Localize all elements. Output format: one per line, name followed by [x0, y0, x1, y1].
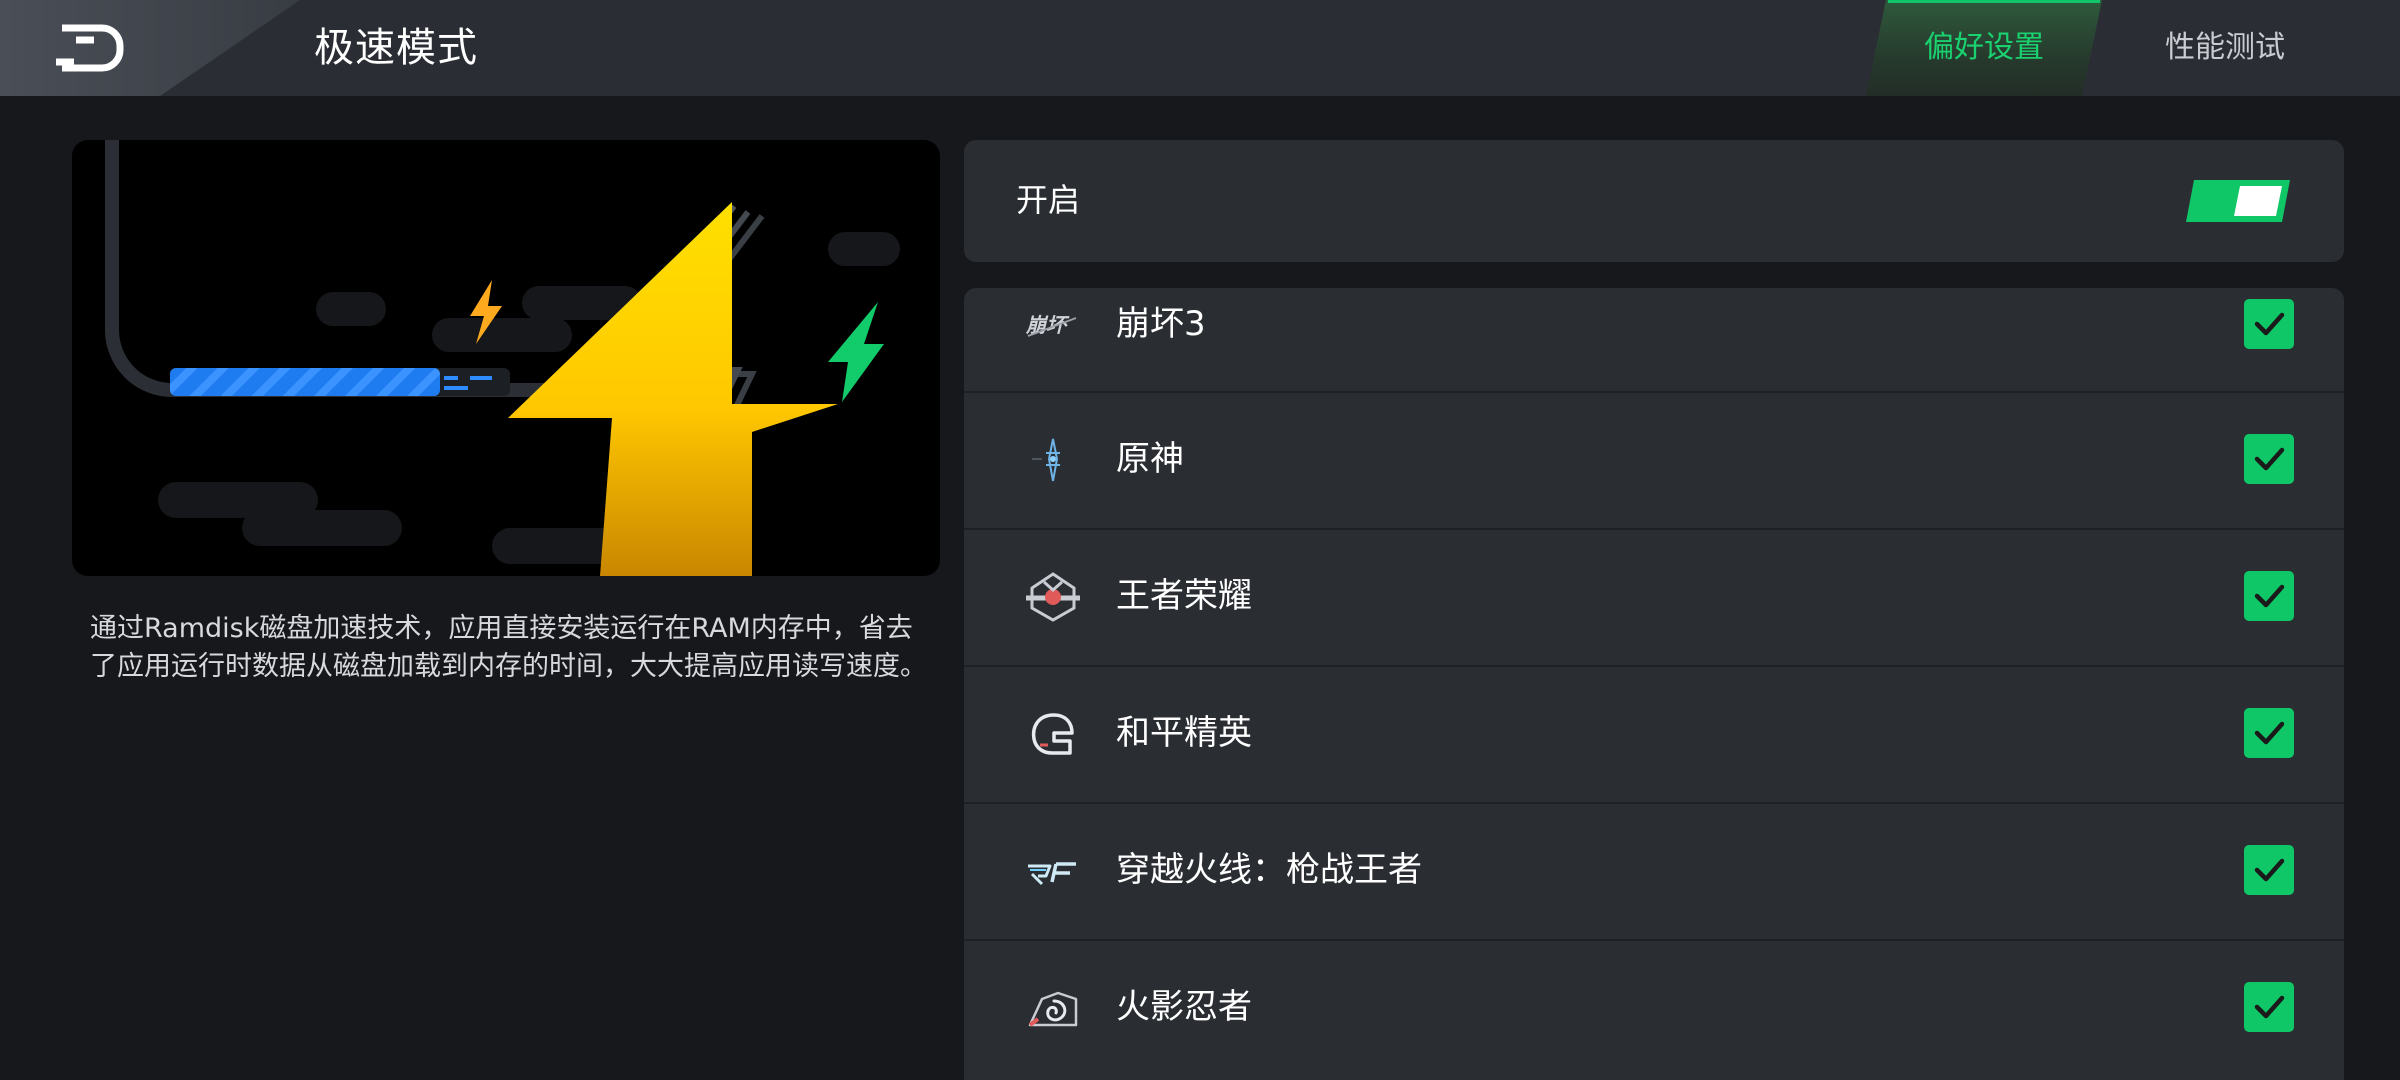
svg-text:崩坏: 崩坏 — [1025, 313, 1070, 337]
app-list: 崩坏 崩坏3 原神 王者荣耀 和平精英 穿越火线：枪战王者 火影忍者 — [964, 288, 2344, 1080]
app-checkbox[interactable] — [2244, 982, 2294, 1032]
back-icon — [56, 24, 124, 72]
app-name: 和平精英 — [1116, 713, 1252, 753]
app-checkbox[interactable] — [2244, 299, 2294, 349]
list-item[interactable]: 和平精英 — [964, 667, 2344, 804]
app-name: 王者荣耀 — [1116, 576, 1252, 616]
app-name: 崩坏3 — [1116, 304, 1206, 344]
list-item[interactable]: 崩坏 崩坏3 — [964, 288, 2344, 393]
tab-performance-test[interactable]: 性能测试 — [2120, 0, 2330, 96]
enable-toggle-switch[interactable] — [2184, 176, 2292, 226]
back-button[interactable] — [50, 22, 130, 74]
enable-setting-card: 开启 — [964, 140, 2344, 262]
check-icon — [2254, 858, 2285, 882]
app-checkbox[interactable] — [2244, 571, 2294, 621]
back-zone — [0, 0, 300, 96]
app-checkbox[interactable] — [2244, 845, 2294, 895]
top-bar: 极速模式 偏好设置 性能测试 — [0, 0, 2400, 96]
naruto-icon — [1024, 979, 1082, 1037]
app-name: 穿越火线：枪战王者 — [1116, 850, 1422, 890]
list-item[interactable]: 原神 — [964, 393, 2344, 530]
speed-mode-illustration — [72, 140, 940, 576]
check-icon — [2254, 584, 2285, 608]
app-checkbox[interactable] — [2244, 434, 2294, 484]
page-title: 极速模式 — [314, 25, 478, 71]
peacekeeper-elite-icon — [1024, 705, 1082, 763]
enable-label: 开启 — [1016, 181, 1081, 219]
crossfire-icon — [1024, 842, 1082, 900]
list-item[interactable]: 火影忍者 — [964, 941, 2344, 1078]
app-name: 火影忍者 — [1116, 987, 1252, 1027]
genshin-icon — [1024, 431, 1082, 489]
feature-description: 通过Ramdisk磁盘加速技术，应用直接安装运行在RAM内存中，省去了应用运行时… — [90, 613, 927, 682]
honkai-icon: 崩坏 — [1024, 296, 1082, 354]
check-icon — [2254, 721, 2285, 745]
honor-of-kings-icon — [1024, 568, 1082, 626]
check-icon — [2254, 447, 2285, 471]
app-name: 原神 — [1116, 439, 1184, 479]
app-checkbox[interactable] — [2244, 708, 2294, 758]
list-item[interactable]: 王者荣耀 — [964, 530, 2344, 667]
check-icon — [2254, 995, 2285, 1019]
list-item[interactable]: 穿越火线：枪战王者 — [964, 804, 2344, 941]
tab-preferences[interactable]: 偏好设置 — [1866, 0, 2102, 96]
check-icon — [2254, 312, 2285, 336]
